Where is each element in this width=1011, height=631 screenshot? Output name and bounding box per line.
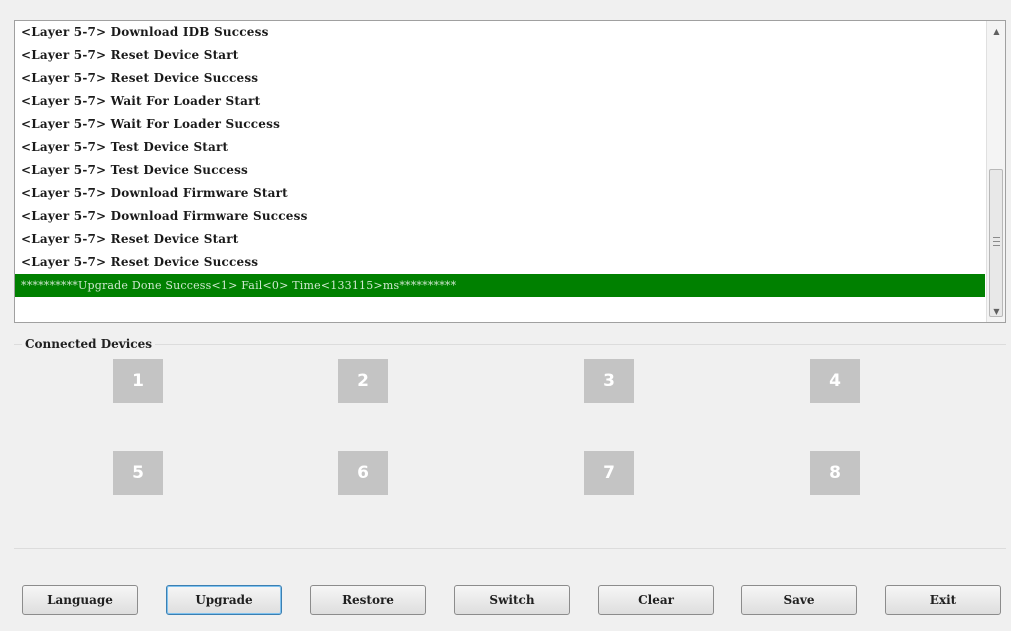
clear-button[interactable]: Clear xyxy=(598,585,714,615)
log-line: <Layer 5-7> Reset Device Start xyxy=(21,48,239,62)
connected-devices-title: Connected Devices xyxy=(22,337,155,351)
device-slot-6[interactable]: 6 xyxy=(338,451,388,495)
device-slot-2[interactable]: 2 xyxy=(338,359,388,403)
log-line: <Layer 5-7> Reset Device Success xyxy=(21,255,259,269)
log-line: <Layer 5-7> Download IDB Success xyxy=(21,25,269,39)
switch-button[interactable]: Switch xyxy=(454,585,570,615)
log-lines: <Layer 5-7> Download IDB Success <Layer … xyxy=(15,21,985,297)
log-line: <Layer 5-7> Download Firmware Success xyxy=(21,209,308,223)
log-output[interactable]: <Layer 5-7> Download IDB Success <Layer … xyxy=(14,20,1006,323)
save-button[interactable]: Save xyxy=(741,585,857,615)
log-line: <Layer 5-7> Download Firmware Start xyxy=(21,186,288,200)
restore-button[interactable]: Restore xyxy=(310,585,426,615)
device-slot-1[interactable]: 1 xyxy=(113,359,163,403)
device-slot-3[interactable]: 3 xyxy=(584,359,634,403)
scroll-down-icon[interactable]: ▼ xyxy=(987,303,1005,320)
log-line: <Layer 5-7> Wait For Loader Success xyxy=(21,117,281,131)
upgrade-button[interactable]: Upgrade xyxy=(166,585,282,615)
log-line: <Layer 5-7> Reset Device Start xyxy=(21,232,239,246)
log-line: <Layer 5-7> Test Device Start xyxy=(21,140,229,154)
grip-icon xyxy=(993,237,1000,246)
log-line: <Layer 5-7> Reset Device Success xyxy=(21,71,259,85)
scroll-thumb[interactable] xyxy=(989,169,1003,317)
exit-button[interactable]: Exit xyxy=(885,585,1001,615)
log-scrollbar[interactable]: ▲ ▼ xyxy=(986,21,1005,322)
device-slot-4[interactable]: 4 xyxy=(810,359,860,403)
device-slot-5[interactable]: 5 xyxy=(113,451,163,495)
device-slot-8[interactable]: 8 xyxy=(810,451,860,495)
language-button[interactable]: Language xyxy=(22,585,138,615)
log-summary-line: **********Upgrade Done Success<1> Fail<0… xyxy=(15,274,985,297)
connected-devices-group: Connected Devices 1 2 3 4 5 6 7 8 xyxy=(14,337,1006,549)
scroll-up-icon[interactable]: ▲ xyxy=(987,23,1005,40)
device-slot-7[interactable]: 7 xyxy=(584,451,634,495)
log-line: <Layer 5-7> Wait For Loader Start xyxy=(21,94,261,108)
log-line: <Layer 5-7> Test Device Success xyxy=(21,163,248,177)
